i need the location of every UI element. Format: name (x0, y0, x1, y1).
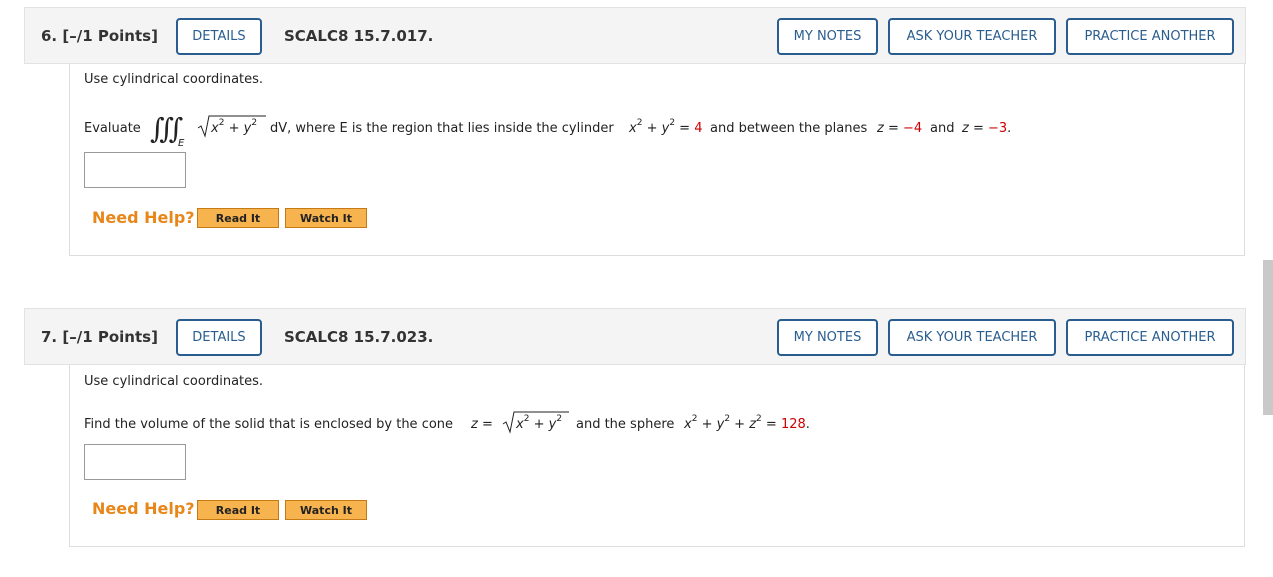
my-notes-button[interactable]: MY NOTES (777, 319, 878, 356)
svg-text:E: E (178, 138, 185, 148)
practice-another-button[interactable]: PRACTICE ANOTHER (1066, 319, 1234, 356)
watch-it-button[interactable]: Watch It (285, 208, 367, 228)
sphere-value: 128 (780, 417, 806, 432)
question-6-body: Use cylindrical coordinates. Evaluate ∭ … (69, 64, 1245, 256)
region-text: dV, where E is the region that lies insi… (270, 121, 614, 136)
sphere-equation: x2 + y2 + z2 = 128. (684, 414, 810, 432)
and-text: and (930, 121, 955, 136)
evaluate-label: Evaluate (84, 121, 141, 136)
find-volume-text: Find the volume of the solid that is enc… (84, 417, 454, 432)
plane-1-value: −4 (903, 121, 923, 136)
cylinder-equation: x2 + y2 = 4 (629, 118, 703, 136)
plane-1: z = −4 (877, 121, 923, 136)
problem-code: SCALC8 15.7.017. (284, 27, 434, 45)
cone-z: z = (471, 417, 493, 432)
read-it-button[interactable]: Read It (197, 208, 279, 228)
plane-2: z = −3. (962, 121, 1012, 136)
planes-text: and between the planes (710, 121, 868, 136)
question-6-header: 6. [–/1 Points] DETAILS SCALC8 15.7.017.… (24, 7, 1246, 64)
answer-input[interactable] (84, 444, 186, 480)
scrollbar-thumb[interactable] (1263, 260, 1273, 415)
sphere-text: and the sphere (576, 417, 675, 432)
details-button[interactable]: DETAILS (176, 319, 262, 356)
my-notes-button[interactable]: MY NOTES (777, 18, 878, 55)
integrand: x2 + y2 (211, 118, 258, 136)
read-it-button[interactable]: Read It (197, 500, 279, 520)
question-7-body: Use cylindrical coordinates. Find the vo… (69, 365, 1245, 547)
instruction-text: Use cylindrical coordinates. (84, 374, 264, 389)
details-button[interactable]: DETAILS (176, 18, 262, 55)
answer-input[interactable] (84, 152, 186, 188)
watch-it-button[interactable]: Watch It (285, 500, 367, 520)
triple-integral-symbol: ∭ E (150, 108, 190, 149)
ask-your-teacher-button[interactable]: ASK YOUR TEACHER (888, 18, 1056, 55)
question-number: 6. [–/1 Points] (41, 27, 158, 45)
need-help-label: Need Help? (92, 499, 195, 518)
plane-2-value: −3 (988, 121, 1008, 136)
need-help-label: Need Help? (92, 208, 195, 227)
question-7-header: 7. [–/1 Points] DETAILS SCALC8 15.7.023.… (24, 308, 1246, 365)
question-number: 7. [–/1 Points] (41, 328, 158, 346)
problem-code: SCALC8 15.7.023. (284, 328, 434, 346)
instruction-text: Use cylindrical coordinates. (84, 72, 264, 87)
practice-another-button[interactable]: PRACTICE ANOTHER (1066, 18, 1234, 55)
ask-your-teacher-button[interactable]: ASK YOUR TEACHER (888, 319, 1056, 356)
cone-expression: x2 + y2 (516, 414, 563, 432)
cylinder-value: 4 (694, 121, 703, 136)
